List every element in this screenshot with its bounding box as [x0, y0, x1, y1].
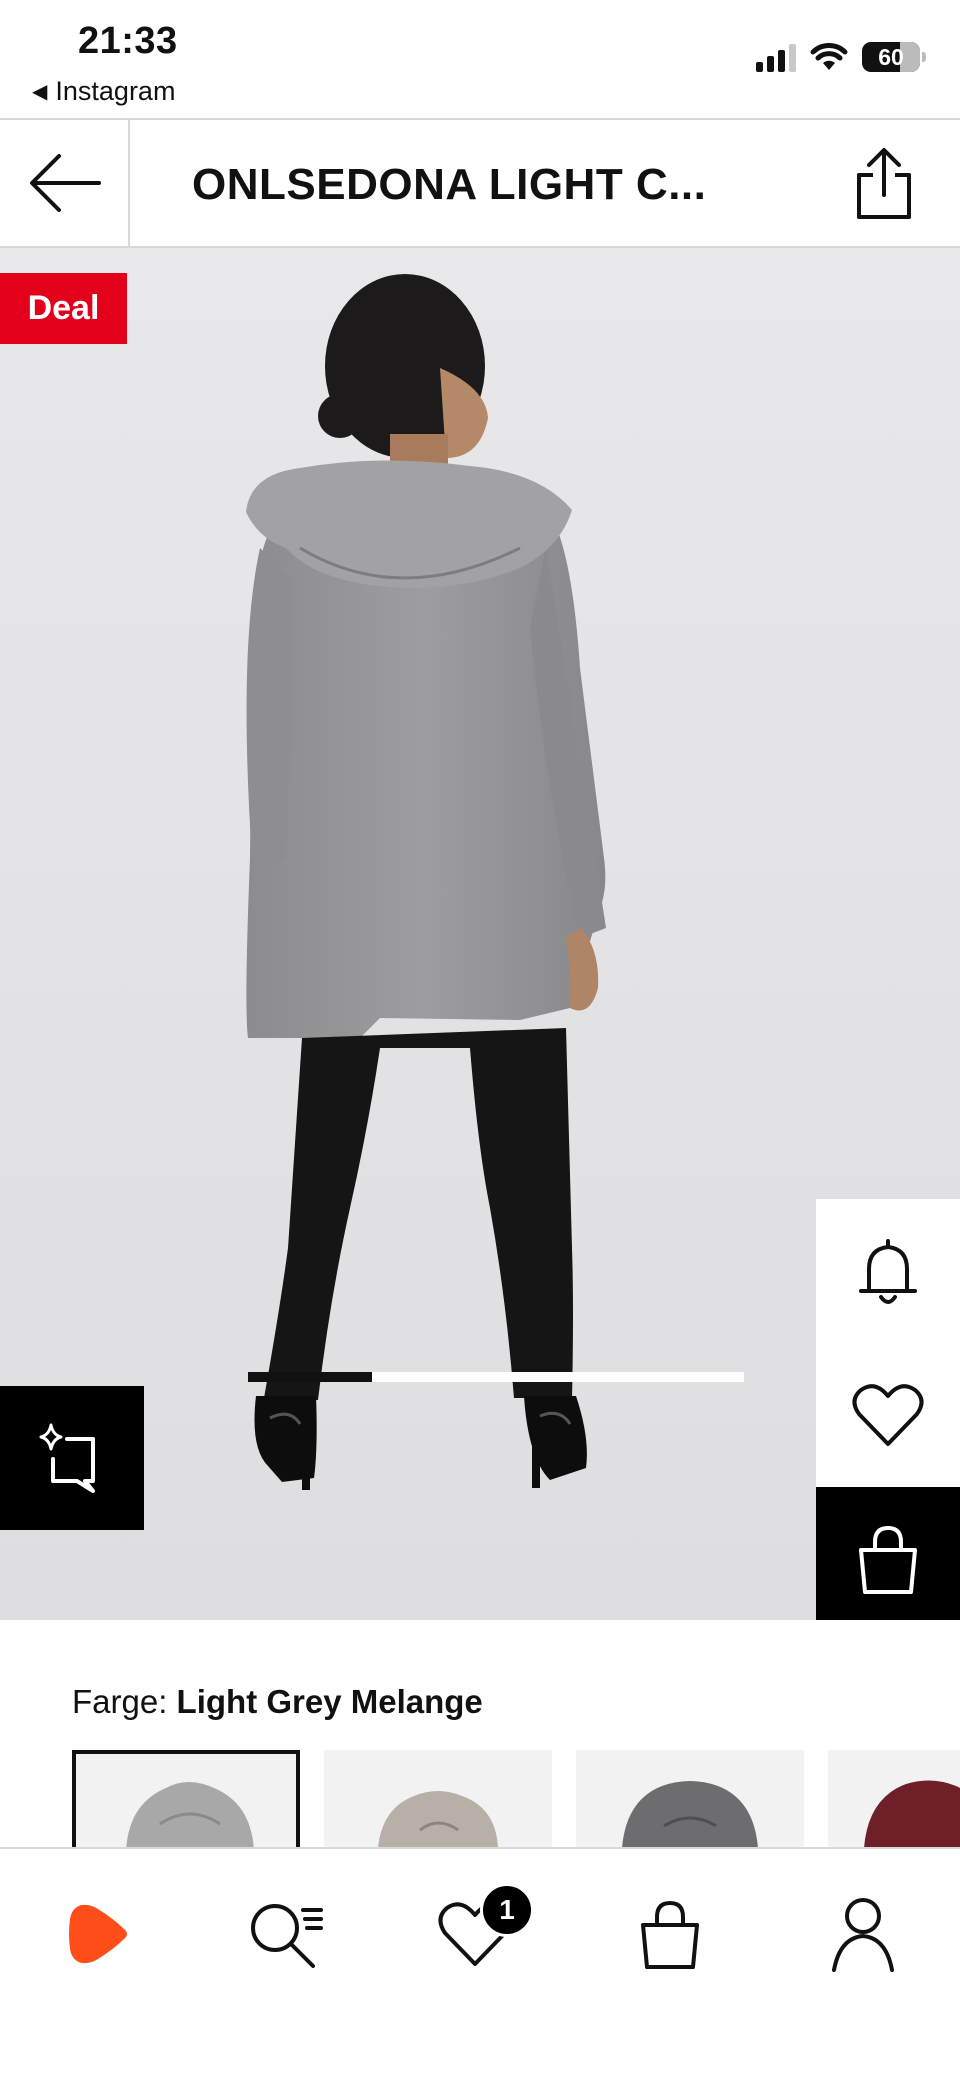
product-header: ONLSEDONA LIGHT C...	[0, 118, 960, 248]
page-title: ONLSEDONA LIGHT C...	[192, 160, 707, 209]
arrow-left-icon	[30, 154, 101, 212]
back-triangle-icon: ◀	[32, 81, 48, 103]
profile-icon	[832, 1898, 894, 1972]
status-bar: 21:33 ◀ Instagram 60	[0, 0, 960, 118]
add-to-bag-button[interactable]	[816, 1487, 960, 1620]
back-to-app-link[interactable]: ◀ Instagram	[32, 76, 175, 107]
search-icon	[251, 1904, 323, 1968]
nav-home[interactable]	[52, 1889, 142, 1979]
price-alert-button[interactable]	[816, 1199, 960, 1343]
status-time: 21:33	[78, 20, 178, 62]
back-app-label: Instagram	[55, 76, 176, 106]
heart-icon	[852, 1384, 924, 1446]
product-image-gallery[interactable]: Deal	[0, 248, 960, 1620]
gallery-progress-indicator	[248, 1372, 372, 1382]
nav-profile[interactable]	[818, 1889, 908, 1979]
color-swatch-beige[interactable]	[324, 1750, 552, 1848]
deal-badge: Deal	[0, 273, 127, 344]
zalando-logo-icon	[69, 1904, 127, 1964]
nav-bag[interactable]	[625, 1889, 715, 1979]
battery-level: 60	[878, 43, 904, 70]
color-label: Farge: Light Grey Melange	[72, 1683, 483, 1721]
nav-wishlist[interactable]: 1	[430, 1883, 534, 1979]
sparkle-crop-icon	[39, 1423, 95, 1493]
signal-icon	[756, 42, 796, 72]
shopping-bag-icon	[859, 1525, 917, 1594]
battery-icon: 60	[862, 42, 926, 72]
add-to-wishlist-button[interactable]	[816, 1343, 960, 1487]
color-swatch-burgundy[interactable]	[828, 1750, 960, 1848]
bell-icon	[859, 1239, 917, 1304]
swatch-image	[126, 1782, 254, 1848]
gallery-progress-bar	[248, 1372, 744, 1382]
color-swatch-list	[72, 1750, 960, 1848]
bottom-navigation: 1	[0, 1847, 960, 2079]
wishlist-count-badge: 1	[480, 1883, 534, 1937]
find-similar-button[interactable]	[0, 1386, 144, 1530]
share-icon	[857, 148, 911, 219]
color-swatch-light-grey-melange[interactable]	[72, 1750, 300, 1848]
swatch-image	[622, 1781, 758, 1848]
nav-search[interactable]	[242, 1889, 332, 1979]
share-button[interactable]	[848, 146, 920, 222]
swatch-image	[378, 1791, 498, 1848]
selected-color-name: Light Grey Melange	[176, 1683, 483, 1720]
status-icons: 60	[756, 42, 926, 72]
shopping-bag-icon	[641, 1900, 699, 1969]
wifi-icon	[810, 43, 848, 70]
swatch-image	[864, 1780, 960, 1848]
color-label-prefix: Farge:	[72, 1683, 168, 1720]
back-button[interactable]	[0, 120, 130, 246]
color-swatch-dark-grey[interactable]	[576, 1750, 804, 1848]
product-actions	[816, 1199, 960, 1620]
